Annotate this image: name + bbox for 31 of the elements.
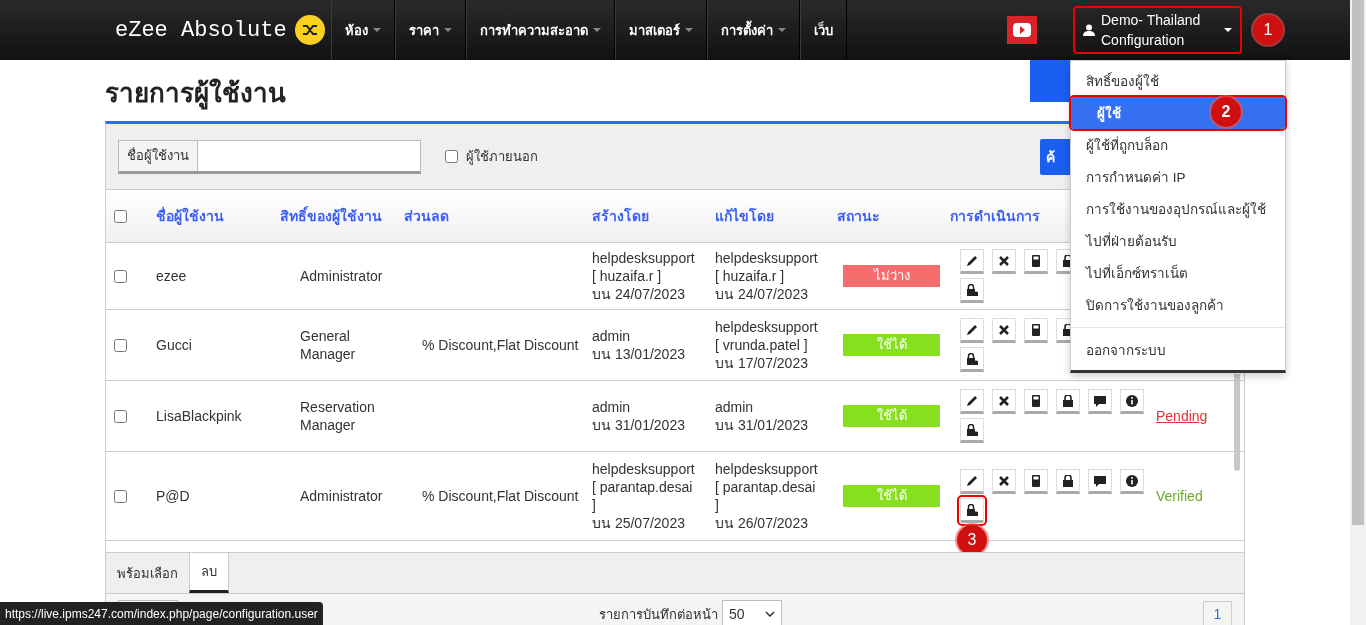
page-title: รายการผู้ใช้งาน — [105, 77, 286, 112]
status-url-tooltip: https://live.ipms247.com/index.php/page/configuration.user — [0, 602, 323, 625]
table-cell: admin บน 13/01/2023 — [592, 327, 685, 363]
table-cell: helpdesksupport [ huzaifa.r ] บน 24/07/2023 — [715, 249, 818, 303]
table-cell-text: Reservation Manager — [299, 398, 376, 434]
table-cell-text: % Discount,Flat Discount — [421, 488, 579, 504]
table-cell: helpdesksupport [ parantap.desai ] บน 26/07/2023 — [715, 460, 818, 532]
step-marker: 3 — [957, 525, 987, 552]
table-cell: LisaBlackpink — [156, 407, 242, 425]
table-cell: admin บน 31/01/2023 — [592, 398, 685, 434]
step-marker: 2 — [1211, 97, 1241, 127]
table-cell: admin บน 31/01/2023 — [715, 398, 808, 434]
app-logo: eZee Absolute — [115, 16, 288, 45]
table-cell: Gucci — [156, 336, 192, 354]
status-badge: ใช้ได้ — [843, 334, 940, 356]
table-cell-text: Administrator — [299, 267, 383, 285]
verification-status: Verified — [1156, 488, 1203, 504]
table-cell: helpdesksupport [ huzaifa.r ] บน 24/07/2023 — [592, 249, 695, 303]
step-marker: 1 — [1253, 15, 1283, 45]
table-cell-text: Administrator — [299, 487, 383, 505]
status-badge: ใช้ได้ — [843, 485, 940, 507]
status-badge: ไม่ว่าง — [843, 265, 940, 287]
status-badge: ใช้ได้ — [843, 405, 940, 427]
table-cell: P@D — [156, 487, 190, 505]
table-cell: helpdesksupport [ vrunda.patel ] บน 17/07/2023 — [715, 318, 818, 372]
table-cell: helpdesksupport [ parantap.desai ] บน 25/07/2023 — [592, 460, 695, 532]
table-cell-text: General Manager — [299, 327, 357, 363]
per-page-label: รายการบันทึกต่อหน้า — [599, 605, 718, 624]
checkbox-label: ผู้ใช้ภายนอก — [466, 148, 538, 167]
table-cell: ezee — [156, 267, 187, 285]
table-cell-text: % Discount,Flat Discount — [421, 337, 579, 353]
